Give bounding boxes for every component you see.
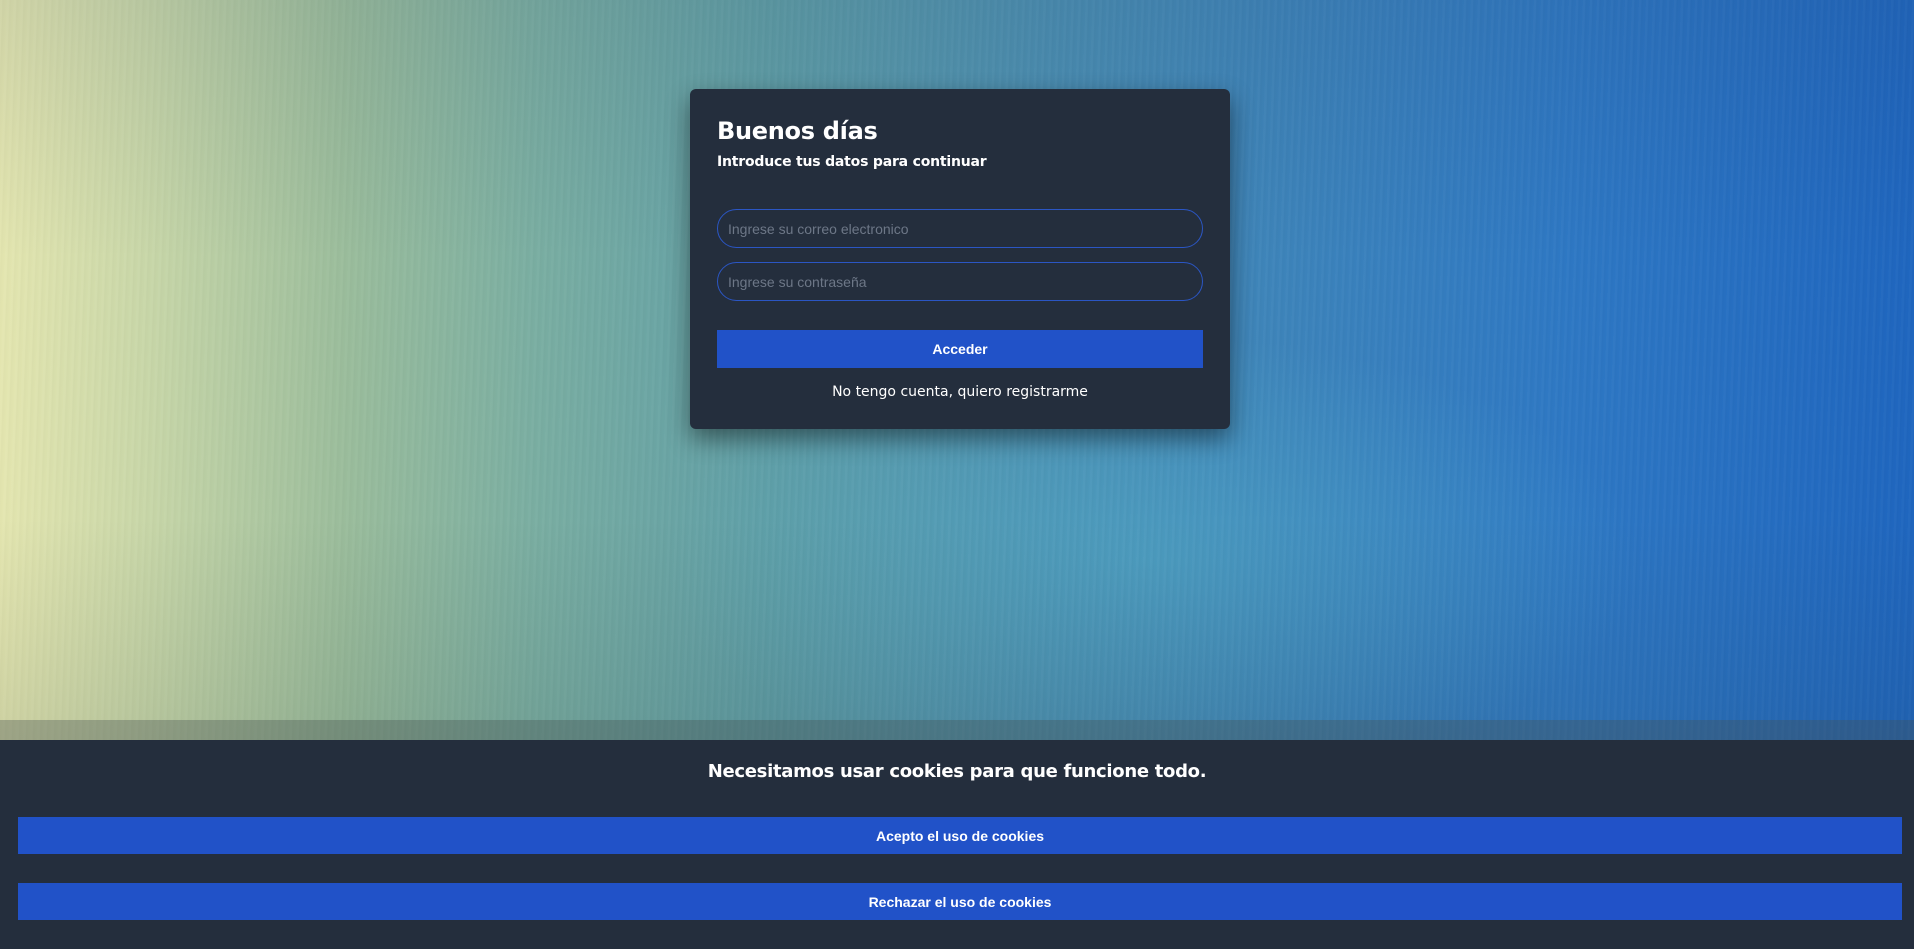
email-input[interactable] — [717, 209, 1203, 248]
cookie-banner: Necesitamos usar cookies para que funcio… — [0, 740, 1914, 949]
register-link[interactable]: No tengo cuenta, quiero registrarme — [717, 384, 1203, 400]
cookie-message: Necesitamos usar cookies para que funcio… — [707, 761, 1207, 782]
background-band — [0, 720, 1914, 740]
password-input[interactable] — [717, 262, 1203, 301]
accept-cookies-button[interactable]: Acepto el uso de cookies — [18, 817, 1902, 854]
reject-cookies-button[interactable]: Rechazar el uso de cookies — [18, 883, 1902, 920]
login-subtitle: Introduce tus datos para continuar — [717, 154, 987, 170]
login-title: Buenos días — [717, 117, 878, 145]
login-submit-button[interactable]: Acceder — [717, 330, 1203, 368]
login-card: Buenos días Introduce tus datos para con… — [690, 89, 1230, 429]
